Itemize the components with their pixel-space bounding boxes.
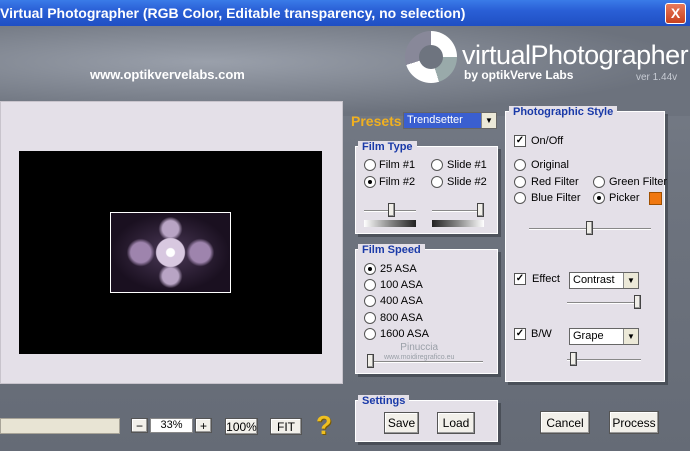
bw-checkbox[interactable]: ✓ [514, 328, 526, 340]
load-button[interactable]: Load [437, 412, 475, 434]
zoom-100-button[interactable]: 100% [225, 418, 258, 435]
effect-label: Effect [532, 273, 560, 285]
onoff-checkbox[interactable]: ✓ [514, 135, 526, 147]
asa400-radio[interactable] [364, 295, 376, 307]
film2-radio[interactable] [364, 176, 376, 188]
style-slider-thumb[interactable] [586, 221, 593, 235]
watermark: Pinuccia www.moidiregrafico.eu [384, 343, 454, 363]
help-icon[interactable]: ? [316, 410, 332, 441]
picker-radio[interactable] [593, 192, 605, 204]
film1-label: Film #1 [379, 159, 416, 171]
asa1600-radio[interactable] [364, 328, 376, 340]
save-button[interactable]: Save [384, 412, 419, 434]
asa1600-label: 1600 ASA [380, 328, 429, 340]
asa25-radio[interactable] [364, 263, 376, 275]
film-speed-track[interactable] [367, 361, 483, 363]
window-title: Virtual Photographer (RGB Color, Editabl… [0, 5, 466, 21]
photographic-style-title: Photographic Style [509, 106, 618, 119]
asa25-label: 25 ASA [380, 263, 417, 275]
red-filter-label: Red Filter [531, 176, 579, 188]
film-slider-left-thumb[interactable] [388, 203, 395, 217]
bw-select[interactable]: Grape ▼ [569, 328, 639, 345]
watermark-line1: Pinuccia [400, 342, 439, 353]
settings-title: Settings [358, 395, 410, 408]
film-slider-right-thumb[interactable] [477, 203, 484, 217]
slide1-radio[interactable] [431, 159, 443, 171]
film2-label: Film #2 [379, 176, 416, 188]
effect-slider-track[interactable] [567, 302, 641, 304]
zoom-fit-button[interactable]: FIT [270, 418, 302, 435]
film-type-title: Film Type [358, 141, 417, 154]
onoff-label: On/Off [531, 135, 564, 147]
picker-label: Picker [609, 192, 640, 204]
asa800-label: 800 ASA [380, 312, 423, 324]
effect-checkbox[interactable]: ✓ [514, 273, 526, 285]
slide1-label: Slide #1 [447, 159, 487, 171]
film-gradient-left [364, 220, 416, 227]
bw-slider-track[interactable] [567, 359, 641, 361]
presets-select[interactable]: Trendsetter ▼ [403, 112, 497, 129]
film1-radio[interactable] [364, 159, 376, 171]
picker-color-swatch[interactable] [649, 192, 662, 205]
zoom-value: 33% [150, 418, 193, 433]
chevron-down-icon[interactable]: ▼ [623, 273, 638, 288]
slide2-radio[interactable] [431, 176, 443, 188]
asa800-radio[interactable] [364, 312, 376, 324]
chevron-down-icon[interactable]: ▼ [623, 329, 638, 344]
original-label: Original [531, 159, 569, 171]
asa100-radio[interactable] [364, 279, 376, 291]
cancel-button[interactable]: Cancel [540, 411, 590, 434]
version-label: ver 1.44v [636, 72, 678, 83]
bw-slider-thumb[interactable] [570, 352, 577, 366]
preview-image[interactable] [110, 212, 231, 293]
blue-filter-radio[interactable] [514, 192, 526, 204]
logo-by: by optikVerve Labs [464, 68, 574, 82]
effect-slider-thumb[interactable] [634, 295, 641, 309]
green-filter-radio[interactable] [593, 176, 605, 188]
effect-select[interactable]: Contrast ▼ [569, 272, 639, 289]
green-filter-label: Green Filter [609, 176, 668, 188]
bw-label: B/W [531, 328, 552, 340]
film-gradient-right [432, 220, 484, 227]
zoom-in-button[interactable]: + [195, 418, 212, 433]
close-button[interactable]: X [665, 3, 686, 24]
film-speed-thumb[interactable] [367, 354, 374, 368]
red-filter-radio[interactable] [514, 176, 526, 188]
original-radio[interactable] [514, 159, 526, 171]
film-speed-title: Film Speed [358, 244, 425, 257]
chevron-down-icon[interactable]: ▼ [481, 113, 496, 128]
logo-name: virtualPhotographer [462, 40, 689, 70]
presets-label: Presets [351, 113, 402, 129]
zoom-out-button[interactable]: − [131, 418, 148, 433]
slide2-label: Slide #2 [447, 176, 487, 188]
window-title-bar[interactable]: Virtual Photographer (RGB Color, Editabl… [0, 0, 690, 26]
presets-selected: Trendsetter [407, 114, 463, 126]
logo-icon [405, 31, 457, 83]
zoom-track[interactable] [0, 418, 120, 434]
blue-filter-label: Blue Filter [531, 192, 581, 204]
effect-selected: Contrast [573, 274, 615, 286]
asa100-label: 100 ASA [380, 279, 423, 291]
process-button[interactable]: Process [609, 411, 659, 434]
website-url: www.optikvervelabs.com [90, 67, 245, 82]
bw-selected: Grape [573, 330, 604, 342]
asa400-label: 400 ASA [380, 295, 423, 307]
